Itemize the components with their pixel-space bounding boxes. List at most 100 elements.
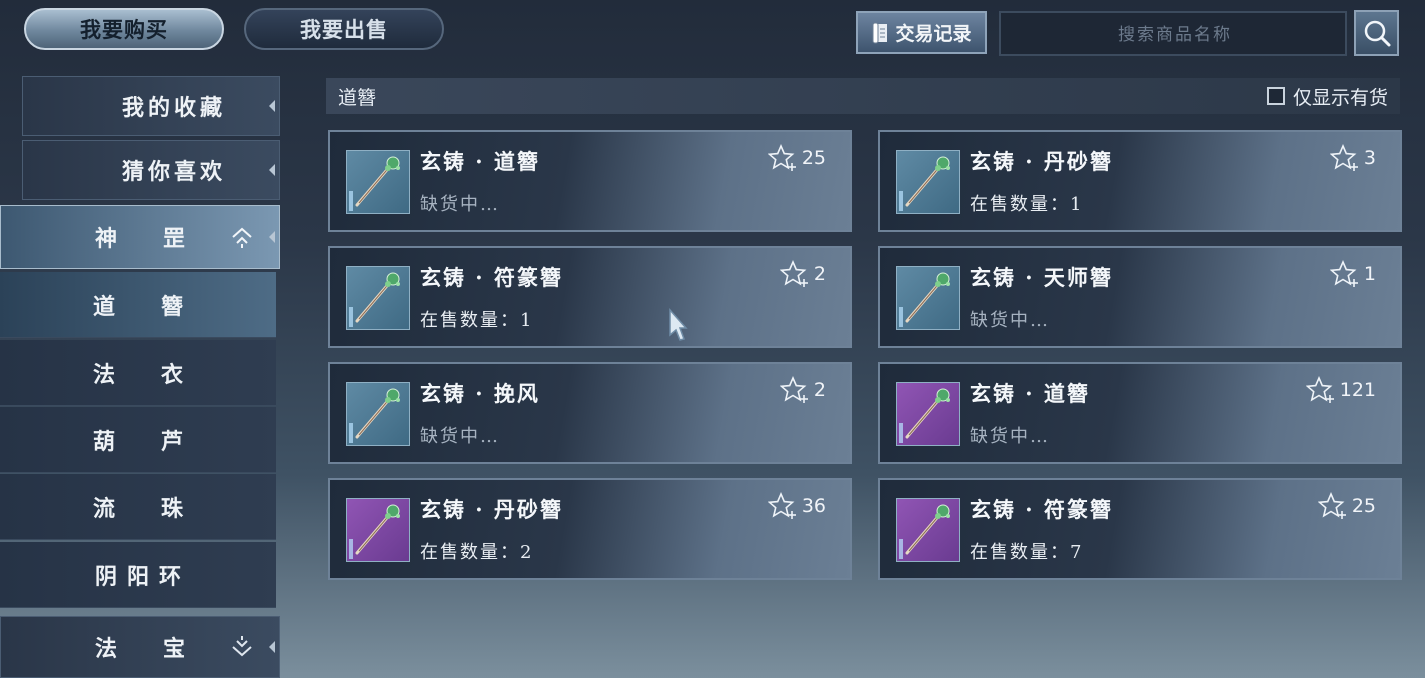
trade-history-label: 交易记录 <box>895 23 972 45</box>
in-stock-checkbox[interactable] <box>1266 87 1285 105</box>
hairpin-icon <box>349 504 400 559</box>
sidebar-item-shengang[interactable]: 神罡 <box>0 205 280 269</box>
chevron-up-icon <box>232 227 252 248</box>
item-status: 在售数量：1 <box>420 310 534 331</box>
category-title: 道簪 <box>338 86 377 109</box>
item-thumbnail <box>346 266 410 330</box>
search-button[interactable] <box>1354 10 1399 56</box>
sidebar-item-label: 法宝 <box>94 636 231 662</box>
sidebar-item-label: 神罡 <box>94 226 231 252</box>
caret-icon <box>269 100 275 112</box>
trade-history-button[interactable]: 交易记录 <box>856 11 987 54</box>
caret-icon <box>269 164 275 176</box>
sidebar-item-label: 我的收藏 <box>121 95 226 121</box>
star-plus-icon <box>767 144 796 171</box>
sidebar-item-favorites[interactable]: 我的收藏 <box>22 76 280 136</box>
item-status: 在售数量：7 <box>970 542 1084 563</box>
caret-icon <box>269 231 275 243</box>
item-status: 缺货中… <box>420 426 500 447</box>
favorite-count: 3 <box>1363 147 1376 169</box>
hairpin-icon <box>899 272 950 327</box>
favorite-count: 25 <box>1351 495 1376 517</box>
sidebar-item-label: 法衣 <box>92 361 229 388</box>
category-header: 道簪 仅显示有货 <box>326 78 1400 114</box>
hairpin-icon <box>349 156 400 211</box>
sidebar-item-fabao[interactable]: 法宝 <box>0 616 280 678</box>
item-name: 玄铸 · 丹砂簪 <box>420 497 563 522</box>
sidebar-item-liuzhu[interactable]: 流珠 <box>0 474 276 540</box>
hairpin-icon <box>899 504 950 559</box>
item-name: 玄铸 · 符篆簪 <box>970 497 1113 522</box>
search-input[interactable] <box>1001 13 1349 56</box>
sidebar-item-hulu[interactable]: 葫芦 <box>0 407 276 473</box>
tab-sell[interactable]: 我要出售 <box>244 8 444 50</box>
favorite-button[interactable]: 25 <box>767 144 826 172</box>
chevron-down-icon <box>232 636 252 657</box>
item-status: 在售数量：1 <box>970 194 1084 215</box>
item-status: 缺货中… <box>420 194 500 215</box>
sidebar-item-label: 道簪 <box>92 293 229 320</box>
item-status: 缺货中… <box>970 426 1050 447</box>
in-stock-label: 仅显示有货 <box>1292 86 1388 109</box>
item-status: 缺货中… <box>970 310 1050 331</box>
item-card[interactable]: 玄铸 · 道簪缺货中… 121 <box>878 362 1402 464</box>
item-thumbnail <box>896 266 960 330</box>
hairpin-icon <box>349 272 400 327</box>
caret-icon <box>269 641 275 653</box>
item-card[interactable]: 玄铸 · 丹砂簪 在售数量：1 3 <box>878 130 1402 232</box>
item-name: 玄铸 · 道簪 <box>420 149 540 174</box>
favorite-count: 1 <box>1363 263 1376 285</box>
scroll-icon <box>872 22 888 43</box>
mouse-cursor-icon <box>669 308 688 341</box>
favorite-count: 121 <box>1339 379 1376 401</box>
tab-buy[interactable]: 我要购买 <box>24 8 224 50</box>
item-thumbnail <box>346 150 410 214</box>
sidebar-item-label: 猜你喜欢 <box>121 159 226 185</box>
sidebar-item-daozan[interactable]: 道簪 <box>0 272 276 338</box>
sidebar-item-label: 葫芦 <box>92 428 229 455</box>
in-stock-filter[interactable]: 仅显示有货 <box>1266 83 1388 110</box>
favorite-button[interactable]: 2 <box>779 260 826 288</box>
item-thumbnail <box>346 382 410 446</box>
item-thumbnail <box>346 498 410 562</box>
favorite-button[interactable]: 3 <box>1329 144 1376 172</box>
item-thumbnail <box>896 382 960 446</box>
favorite-button[interactable]: 121 <box>1305 376 1376 404</box>
favorite-button[interactable]: 2 <box>779 376 826 404</box>
hairpin-icon <box>349 388 400 443</box>
item-card[interactable]: 玄铸 · 道簪缺货中… 25 <box>328 130 852 232</box>
favorite-count: 25 <box>801 147 826 169</box>
magnifier-icon <box>1364 20 1390 47</box>
sidebar-item-label: 流珠 <box>92 495 229 522</box>
item-name: 玄铸 · 挽风 <box>420 381 540 406</box>
item-name: 玄铸 · 天师簪 <box>970 265 1113 290</box>
item-name: 玄铸 · 道簪 <box>970 381 1090 406</box>
favorite-button[interactable]: 25 <box>1317 492 1376 520</box>
hairpin-icon <box>899 388 950 443</box>
item-thumbnail <box>896 498 960 562</box>
item-card[interactable]: 玄铸 · 丹砂簪在售数量：2 36 <box>328 478 852 580</box>
favorite-button[interactable]: 1 <box>1329 260 1376 288</box>
search-box <box>999 11 1349 56</box>
star-plus-icon <box>767 492 796 519</box>
sidebar-item-label: 阴阳环 <box>94 563 191 590</box>
star-plus-icon <box>779 260 808 287</box>
favorite-button[interactable]: 36 <box>767 492 826 520</box>
hairpin-icon <box>899 156 950 211</box>
item-card[interactable]: 玄铸 · 天师簪缺货中… 1 <box>878 246 1402 348</box>
sidebar-item-recommended[interactable]: 猜你喜欢 <box>22 140 280 200</box>
star-plus-icon <box>1305 376 1334 403</box>
item-card[interactable]: 玄铸 · 挽风缺货中… 2 <box>328 362 852 464</box>
star-plus-icon <box>1317 492 1346 519</box>
item-name: 玄铸 · 符篆簪 <box>420 265 563 290</box>
sidebar-item-yinyanghuan[interactable]: 阴阳环 <box>0 542 276 608</box>
item-card[interactable]: 玄铸 · 符篆簪在售数量：1 2 <box>328 246 852 348</box>
sidebar-item-fayi[interactable]: 法衣 <box>0 340 276 406</box>
item-status: 在售数量：2 <box>420 542 534 563</box>
star-plus-icon <box>779 376 808 403</box>
star-plus-icon <box>1329 144 1358 171</box>
favorite-count: 36 <box>801 495 826 517</box>
favorite-count: 2 <box>813 379 826 401</box>
item-thumbnail <box>896 150 960 214</box>
item-card[interactable]: 玄铸 · 符篆簪在售数量：7 25 <box>878 478 1402 580</box>
